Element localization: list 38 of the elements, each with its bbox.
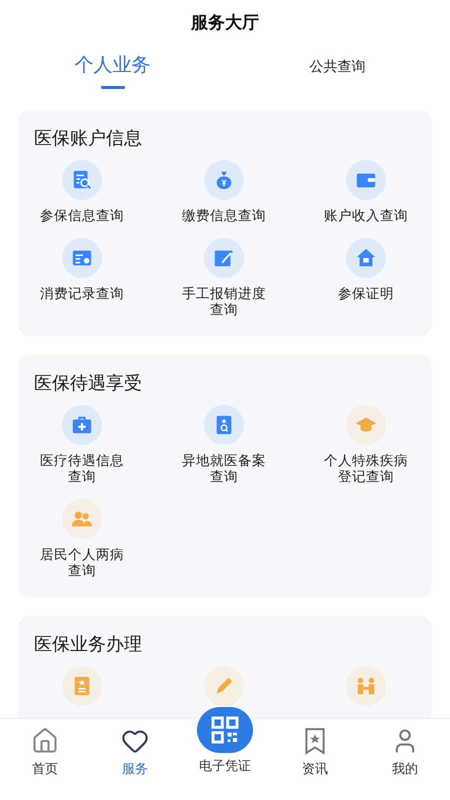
service-icon-button[interactable] xyxy=(62,404,102,444)
section-title: 医保业务办理 xyxy=(34,632,143,656)
tab-indicator xyxy=(100,86,124,89)
service-icon-button[interactable] xyxy=(62,238,102,278)
nav-label[interactable]: 电子凭证 xyxy=(199,756,251,776)
service-label[interactable]: 消费记录查询 xyxy=(34,286,130,302)
section-title: 医保待遇享受 xyxy=(34,372,143,394)
service-label[interactable]: 医疗待遇信息查询 xyxy=(34,452,130,484)
service-icon-button[interactable] xyxy=(204,160,244,200)
service-icon-button[interactable] xyxy=(62,160,102,200)
nav-tab[interactable]: 我的 xyxy=(392,759,418,778)
service-icon-button[interactable] xyxy=(346,404,386,444)
service-label[interactable]: 账户收入查询 xyxy=(318,208,414,224)
service-label[interactable]: 参保信息查询 xyxy=(34,208,130,224)
service-icon-button[interactable] xyxy=(346,238,386,278)
service-label[interactable]: 异地就医备案查询 xyxy=(176,452,272,484)
service-icon-button[interactable] xyxy=(346,160,386,200)
service-icon-button[interactable] xyxy=(346,666,386,706)
page-title: 服务大厅 xyxy=(191,12,259,34)
service-label[interactable]: 缴费信息查询 xyxy=(176,208,272,224)
nav-tab[interactable]: 资讯 xyxy=(302,759,328,778)
tab[interactable]: 公共查询 xyxy=(310,56,366,76)
home-icon xyxy=(31,727,59,755)
section-title: 医保账户信息 xyxy=(34,126,143,150)
service-icon-button[interactable] xyxy=(204,666,244,706)
service-label[interactable]: 居民个人两病查询 xyxy=(34,546,130,578)
service-icon-button[interactable] xyxy=(62,498,102,538)
service-icon-button[interactable] xyxy=(62,666,102,706)
service-icon-button[interactable] xyxy=(204,238,244,278)
qr-code-button[interactable] xyxy=(197,707,253,753)
service-label[interactable]: 参保证明 xyxy=(318,286,414,302)
nav-tab[interactable]: 首页 xyxy=(32,759,58,778)
service-icon-button[interactable] xyxy=(204,404,244,444)
service-label[interactable]: 个人特殊疾病登记查询 xyxy=(318,452,414,484)
service-label[interactable]: 手工报销进度查询 xyxy=(176,286,272,318)
tab[interactable]: 个人业务 xyxy=(74,52,150,80)
nav-tab[interactable]: 服务 xyxy=(122,759,148,778)
qr-code-icon xyxy=(209,714,241,746)
